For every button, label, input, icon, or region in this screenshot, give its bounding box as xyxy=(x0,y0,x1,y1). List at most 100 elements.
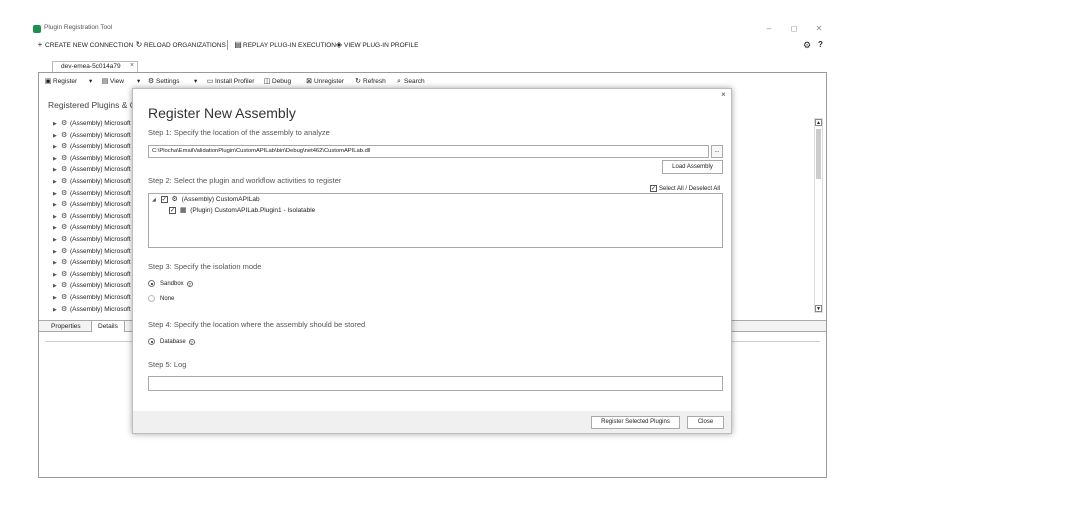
assembly-checkbox[interactable]: ✓ xyxy=(160,195,168,203)
expand-arrow-icon[interactable]: ▶ xyxy=(53,258,61,269)
assembly-gear-icon: ⚙ xyxy=(61,131,68,139)
minimize-button[interactable]: – xyxy=(760,22,778,36)
expand-arrow-icon[interactable]: ▶ xyxy=(53,212,61,223)
select-all-checkbox[interactable]: ✓ Select All / Deselect All xyxy=(650,185,720,192)
tree-item-label: (Assembly) Microsoft xyxy=(70,224,131,232)
tree-item[interactable]: ▶ ⚙ (Assembly) Microsoft xyxy=(53,280,131,291)
tree-item[interactable]: ▶ ⚙ (Assembly) Microsoft xyxy=(53,141,131,152)
database-radio[interactable]: Database? xyxy=(148,338,195,347)
install-profiler-button[interactable]: ▭ Install Profiler xyxy=(206,76,255,88)
debug-icon: ◫ xyxy=(263,78,271,85)
assembly-path-input[interactable]: C:\Plocha\EmailValidationPlugin\CustomAP… xyxy=(148,145,709,158)
create-connection-button[interactable]: + CREATE NEW CONNECTION xyxy=(36,38,134,52)
assembly-gear-icon: ⚙ xyxy=(61,120,68,127)
none-radio[interactable]: None xyxy=(148,295,174,304)
register-assembly-dialog: × Register New Assembly Step 1: Specify … xyxy=(132,88,732,434)
debug-button[interactable]: ◫ Debug xyxy=(263,76,291,88)
tree-item[interactable]: ▶ ⚙ (Assembly) Microsoft xyxy=(53,222,131,233)
browse-button[interactable]: ... xyxy=(711,145,723,158)
tree-item[interactable]: ▶ ⚙ (Assembly) Microsoft xyxy=(53,188,131,199)
assembly-node[interactable]: ◢ ✓ ⚙ (Assembly) CustomAPILab xyxy=(152,195,260,205)
tree-scrollbar[interactable]: ▲ ▼ xyxy=(814,118,823,313)
expand-arrow-icon[interactable]: ▶ xyxy=(53,235,61,246)
tree-item-label: (Assembly) Microsoft xyxy=(70,178,131,185)
plugin-selection-tree: ◢ ✓ ⚙ (Assembly) CustomAPILab ✓ ▦ (Plugi… xyxy=(148,193,723,248)
expand-arrow-icon[interactable]: ▶ xyxy=(53,223,61,234)
radio-selected-icon xyxy=(148,338,155,345)
tree-item[interactable]: ▶ ⚙ (Assembly) Microsoft xyxy=(53,246,131,257)
help-icon[interactable]: ? xyxy=(188,338,195,345)
register-icon: ▣ xyxy=(44,78,52,85)
tree-item[interactable]: ▶ ⚙ (Assembly) Microsoft xyxy=(53,257,131,268)
tree-item[interactable]: ▶ ⚙ (Assembly) Microsoft xyxy=(53,130,131,141)
refresh-button[interactable]: ↻ Refresh xyxy=(354,76,386,88)
tree-item[interactable]: ▶ ⚙ (Assembly) Microsoft xyxy=(53,292,131,303)
expand-arrow-icon[interactable]: ▶ xyxy=(53,189,61,200)
connection-tab-label: dev-emea-5c014a79 xyxy=(61,63,121,70)
profiler-icon: ▭ xyxy=(206,78,214,85)
sandbox-radio[interactable]: Sandbox? xyxy=(148,280,193,289)
tab-properties[interactable]: Properties xyxy=(45,321,87,332)
expand-arrow-icon[interactable]: ▶ xyxy=(53,165,61,176)
tree-item[interactable]: ▶ ⚙ (Assembly) Microsoft xyxy=(53,199,131,210)
register-button[interactable]: ▣ Register xyxy=(44,76,78,88)
expand-arrow-icon[interactable]: ▶ xyxy=(53,154,61,165)
help-icon[interactable]: ? xyxy=(186,280,193,287)
window-close-button[interactable]: ✕ xyxy=(810,22,828,36)
collapse-arrow-icon[interactable]: ◢ xyxy=(152,197,156,203)
scroll-up-icon[interactable]: ▲ xyxy=(815,119,822,126)
scroll-thumb[interactable] xyxy=(816,129,821,179)
tree-item[interactable]: ▶ ⚙ (Assembly) Microsoft xyxy=(53,164,131,175)
expand-arrow-icon[interactable]: ▶ xyxy=(53,200,61,211)
plugin-node[interactable]: ✓ ▦ (Plugin) CustomAPILab.Plugin1 - Isol… xyxy=(169,206,315,216)
replay-icon: ▤ xyxy=(234,40,242,49)
tree-item[interactable]: ▶ ⚙ (Assembly) Microsoft xyxy=(53,153,131,164)
expand-arrow-icon[interactable]: ▶ xyxy=(53,177,61,188)
expand-arrow-icon[interactable]: ▶ xyxy=(53,270,61,281)
assembly-gear-icon: ⚙ xyxy=(61,178,68,185)
replay-execution-button[interactable]: ▤REPLAY PLUG-IN EXECUTION xyxy=(234,38,336,52)
assembly-gear-icon: ⚙ xyxy=(61,224,68,232)
help-icon[interactable]: ? xyxy=(818,38,823,52)
load-assembly-button[interactable]: Load Assembly xyxy=(662,160,723,174)
restore-button[interactable]: ◻ xyxy=(785,22,803,36)
tree-item[interactable]: ▶ ⚙ (Assembly) Microsoft xyxy=(53,176,131,187)
settings-button[interactable]: ⚙ Settings xyxy=(147,76,180,88)
expand-arrow-icon[interactable]: ▶ xyxy=(53,305,61,315)
reload-icon: ↻ xyxy=(135,40,143,49)
tree-item-label: (Assembly) Microsoft xyxy=(70,143,131,151)
refresh-icon: ↻ xyxy=(355,78,361,85)
reload-organizations-button[interactable]: ↻ RELOAD ORGANIZATIONS xyxy=(135,38,226,52)
expand-arrow-icon[interactable]: ▶ xyxy=(53,281,61,292)
settings-dropdown-icon[interactable]: ▾ xyxy=(194,76,197,88)
tree-item[interactable]: ▶ ⚙ (Assembly) Microsoft xyxy=(53,118,131,129)
tree-item[interactable]: ▶ ⚙ (Assembly) Microsoft xyxy=(53,304,131,315)
tree-item[interactable]: ▶ ⚙ (Assembly) Microsoft xyxy=(53,269,131,280)
dialog-close-icon[interactable]: × xyxy=(721,90,726,99)
close-button[interactable]: Close xyxy=(687,416,724,429)
register-selected-plugins-button[interactable]: Register Selected Plugins xyxy=(591,416,680,429)
tree-item-label: (Assembly) Microsoft xyxy=(70,294,131,301)
view-profile-button[interactable]: ◈ VIEW PLUG-IN PROFILE xyxy=(335,38,418,52)
tab-details[interactable]: Details xyxy=(91,321,125,332)
expand-arrow-icon[interactable]: ▶ xyxy=(53,142,61,153)
view-dropdown-icon[interactable]: ▾ xyxy=(137,76,140,88)
unregister-button[interactable]: ⊠ Unregister xyxy=(305,76,344,88)
gear-icon[interactable]: ⚙ xyxy=(803,38,811,52)
plugin-checkbox[interactable]: ✓ xyxy=(169,206,176,214)
expand-arrow-icon[interactable]: ▶ xyxy=(53,247,61,258)
register-dropdown-icon[interactable]: ▾ xyxy=(89,76,92,88)
step4-label: Step 4: Specify the location where the a… xyxy=(148,320,366,329)
expand-arrow-icon[interactable]: ▶ xyxy=(53,119,61,130)
connection-tab-close-icon[interactable]: × xyxy=(130,62,134,69)
search-button[interactable]: ⌕ Search xyxy=(395,76,425,88)
view-button[interactable]: ▤ View xyxy=(101,76,124,88)
step3-label: Step 3: Specify the isolation mode xyxy=(148,262,262,271)
expand-arrow-icon[interactable]: ▶ xyxy=(53,131,61,142)
tree-item[interactable]: ▶ ⚙ (Assembly) Microsoft xyxy=(53,234,131,245)
log-textbox[interactable] xyxy=(148,376,723,391)
tree-item[interactable]: ▶ ⚙ (Assembly) Microsoft xyxy=(53,211,131,222)
expand-arrow-icon[interactable]: ▶ xyxy=(53,293,61,304)
scroll-down-icon[interactable]: ▼ xyxy=(815,305,822,312)
radio-selected-icon xyxy=(148,280,155,287)
